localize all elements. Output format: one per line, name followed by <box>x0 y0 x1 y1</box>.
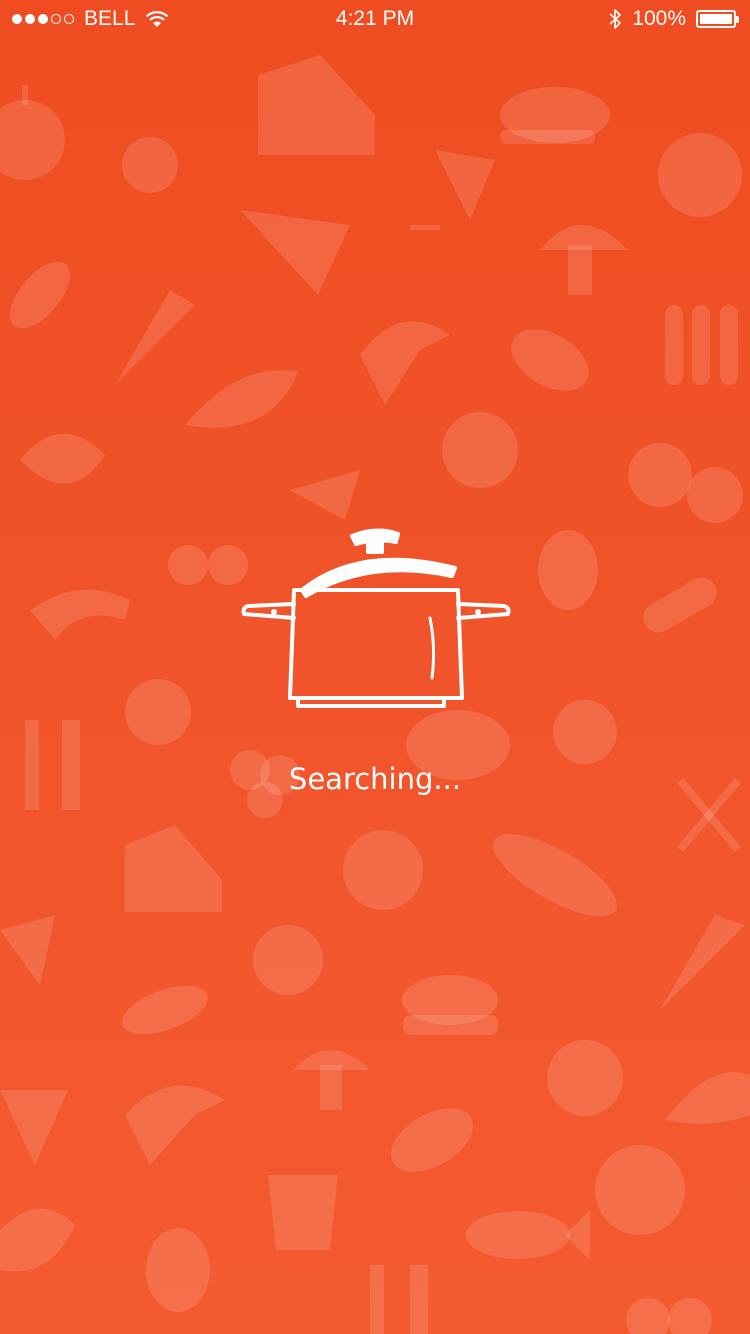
pizza-slice-icon <box>0 1090 68 1165</box>
status-bar-right: 100% <box>608 7 739 31</box>
lemon-icon <box>122 137 178 193</box>
apple-icon <box>0 85 65 180</box>
shrimp-icon <box>30 589 130 640</box>
cheese-icon <box>258 55 375 155</box>
chicken-icon <box>402 975 498 1035</box>
nut-icon <box>20 433 105 484</box>
cocktail-icon <box>290 470 360 520</box>
cherries-icon <box>168 545 248 585</box>
pineapple-icon <box>146 1228 210 1312</box>
bluetooth-icon <box>609 9 622 29</box>
leaf-icon <box>185 370 298 428</box>
pineapple-icon <box>538 530 598 610</box>
tomato-icon <box>125 679 191 745</box>
pizza-slice-icon <box>240 210 350 295</box>
sausage-icon <box>643 577 717 633</box>
croissant-icon <box>125 1085 225 1165</box>
carrot-icon <box>115 290 195 385</box>
searching-status-text: Searching... <box>288 762 462 796</box>
fish-group-icon <box>665 305 738 385</box>
lemon-icon <box>253 925 323 995</box>
onion-icon <box>547 1040 623 1116</box>
carrot-icon <box>660 915 745 1010</box>
mushroom-icon <box>293 1050 370 1110</box>
chicken-icon <box>500 87 610 144</box>
fork-knife-icon <box>370 1265 428 1334</box>
cheese-icon <box>125 825 222 912</box>
wine-glass-icon <box>410 150 495 230</box>
mushroom-icon <box>540 225 628 295</box>
peanut-icon <box>511 329 589 391</box>
eggplant-icon <box>10 261 70 329</box>
eggplant-icon <box>122 985 208 1035</box>
status-bar: BELL 4:21 PM 100% <box>0 0 750 40</box>
bell-pepper-icon <box>628 443 743 523</box>
fish-icon <box>466 1210 590 1260</box>
battery-icon <box>696 10 739 28</box>
leaf-icon <box>665 1072 750 1124</box>
glass-icon <box>268 1175 338 1250</box>
cherries-icon <box>626 1298 712 1334</box>
apple-icon <box>343 830 423 910</box>
corn-icon <box>493 833 617 917</box>
beet-icon <box>553 700 617 764</box>
cooking-pot-icon <box>241 528 511 708</box>
egg-icon <box>595 1145 685 1235</box>
nut-icon <box>0 1208 75 1272</box>
egg-icon <box>658 133 742 217</box>
wine-glass-icon <box>0 915 55 985</box>
croissant-icon <box>360 321 450 405</box>
onion-icon <box>442 412 518 488</box>
peanut-icon <box>390 1108 474 1172</box>
battery-percent: 100% <box>632 7 686 30</box>
